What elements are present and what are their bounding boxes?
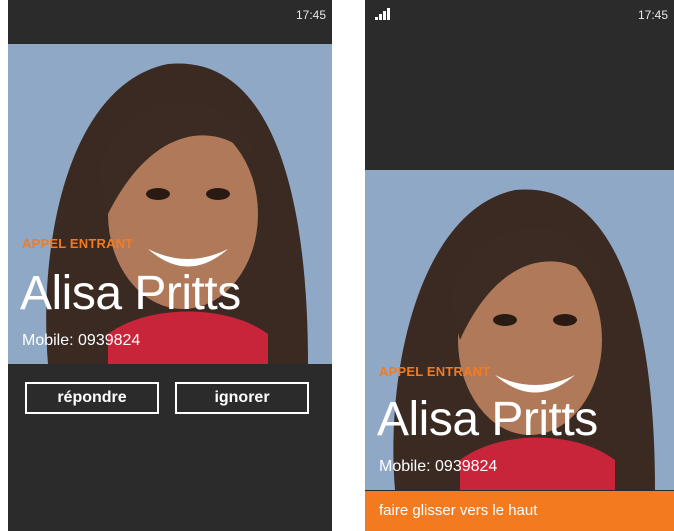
swipe-up-to-answer-bar[interactable]: faire glisser vers le haut — [365, 491, 674, 531]
answer-button[interactable]: répondre — [25, 382, 159, 414]
swipe-label: faire glisser vers le haut — [379, 502, 538, 519]
status-time: 17:45 — [637, 8, 668, 22]
ignore-button[interactable]: ignorer — [175, 382, 309, 414]
status-time: 17:45 — [295, 8, 326, 22]
incoming-call-screen-buttons: 17:45 APPEL ENTRANT Alisa Pritts Mobile:… — [8, 0, 332, 531]
call-status-label: APPEL ENTRANT — [22, 236, 134, 251]
caller-number: Mobile: 0939824 — [22, 332, 141, 349]
call-status-label: APPEL ENTRANT — [379, 364, 491, 379]
signal-strength-icon — [375, 8, 395, 20]
caller-name: Alisa Pritts — [20, 267, 241, 320]
caller-name: Alisa Pritts — [377, 393, 598, 446]
caller-number: Mobile: 0939824 — [379, 458, 498, 475]
incoming-call-screen-swipe: 17:45 APPEL ENTRANT Alisa Pritts Mobile:… — [365, 0, 674, 531]
